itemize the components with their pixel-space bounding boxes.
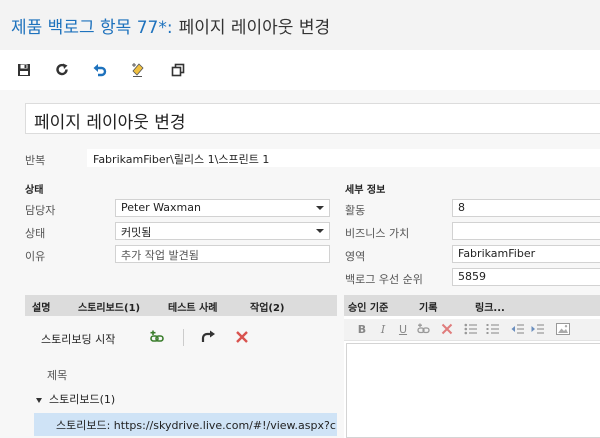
reason-label: 이유 — [25, 250, 46, 263]
left-tab-bar: 설명 스토리보드(1) 테스트 사례 작업(2) — [25, 295, 337, 316]
decrease-indent-icon[interactable] — [511, 322, 525, 336]
storyboard-group-label: 스토리보드(1) — [49, 393, 116, 406]
storyboard-link-row[interactable]: 스토리보드: https://skydrive.live.com/#!/view… — [34, 413, 337, 436]
backlog-priority-label: 백로그 우선 순위 — [345, 273, 423, 286]
acceptance-criteria-editor[interactable] — [346, 343, 600, 438]
assigned-to-label: 담당자 — [25, 204, 56, 217]
copy-icon[interactable] — [168, 60, 188, 80]
insert-link-icon[interactable] — [417, 322, 431, 336]
save-icon[interactable] — [14, 60, 34, 80]
state-dropdown[interactable]: 커밋됨 — [115, 222, 330, 240]
assigned-to-value: Peter Waxman — [121, 201, 201, 214]
expand-triangle-icon — [36, 397, 42, 403]
bold-button[interactable]: B — [355, 322, 369, 336]
status-section-title: 상태 — [25, 185, 44, 196]
right-tab-bar: 승인 기준 기록 링크... — [344, 295, 600, 316]
storyboard-group[interactable]: 스토리보드(1) — [36, 391, 115, 407]
tab-links[interactable]: 링크... — [475, 299, 505, 314]
backlog-priority-field[interactable]: 5859 — [452, 268, 600, 286]
refresh-icon[interactable] — [52, 60, 72, 80]
area-field[interactable]: FabrikamFiber — [452, 245, 600, 263]
work-item-reference: 제품 백로그 항목 77*: — [11, 18, 173, 38]
numbered-list-icon[interactable] — [486, 322, 500, 336]
increase-indent-icon[interactable] — [531, 322, 545, 336]
column-header-title: 제목 — [47, 369, 68, 382]
tab-storyboard[interactable]: 스토리보드(1) — [78, 299, 140, 314]
chevron-down-icon — [316, 229, 324, 233]
insert-image-icon[interactable] — [556, 322, 570, 336]
business-value-field[interactable] — [452, 222, 600, 240]
undo-icon[interactable] — [90, 60, 110, 80]
iteration-field[interactable]: FabrikamFiber\릴리스 1\스프린트 1 — [87, 149, 600, 167]
remove-link-icon[interactable] — [440, 322, 454, 336]
start-storyboarding-link[interactable]: 스토리보딩 시작 — [41, 331, 115, 347]
clear-formatting-icon[interactable] — [128, 60, 148, 80]
assigned-to-dropdown[interactable]: Peter Waxman — [115, 199, 330, 217]
open-link-icon[interactable] — [199, 328, 217, 346]
tab-acceptance-criteria[interactable]: 승인 기준 — [348, 299, 388, 314]
tab-tasks[interactable]: 작업(2) — [250, 299, 285, 314]
title-bar: 제품 백로그 항목 77*: 페이지 레이아웃 변경 — [0, 0, 600, 50]
work-item-name: 페이지 레이아웃 변경 — [178, 18, 331, 38]
title-field[interactable]: 페이지 레이아웃 변경 — [25, 103, 600, 134]
tab-history[interactable]: 기록 — [419, 299, 437, 314]
italic-button[interactable]: I — [376, 322, 390, 336]
chevron-down-icon — [316, 206, 324, 210]
toolbar — [0, 50, 600, 90]
area-label: 영역 — [345, 250, 366, 263]
activity-field[interactable]: 8 — [452, 199, 600, 217]
underline-button[interactable]: U — [396, 322, 410, 336]
toolbar-divider — [183, 329, 184, 346]
reason-field[interactable]: 추가 작업 발견됨 — [115, 245, 330, 263]
work-item-title: 제품 백로그 항목 77*: 페이지 레이아웃 변경 — [11, 13, 330, 38]
link-storyboard-icon[interactable] — [149, 328, 167, 346]
details-section-title: 세부 정보 — [345, 185, 386, 196]
bulleted-list-icon[interactable] — [464, 322, 478, 336]
delete-icon[interactable] — [233, 328, 251, 346]
tab-description[interactable]: 설명 — [32, 299, 50, 314]
state-label: 상태 — [25, 227, 46, 240]
iteration-label: 반복 — [25, 154, 46, 167]
business-value-label: 비즈니스 가치 — [345, 227, 410, 240]
tab-test-cases[interactable]: 테스트 사례 — [168, 299, 217, 314]
state-value: 커밋됨 — [121, 226, 152, 239]
activity-label: 활동 — [345, 204, 366, 217]
